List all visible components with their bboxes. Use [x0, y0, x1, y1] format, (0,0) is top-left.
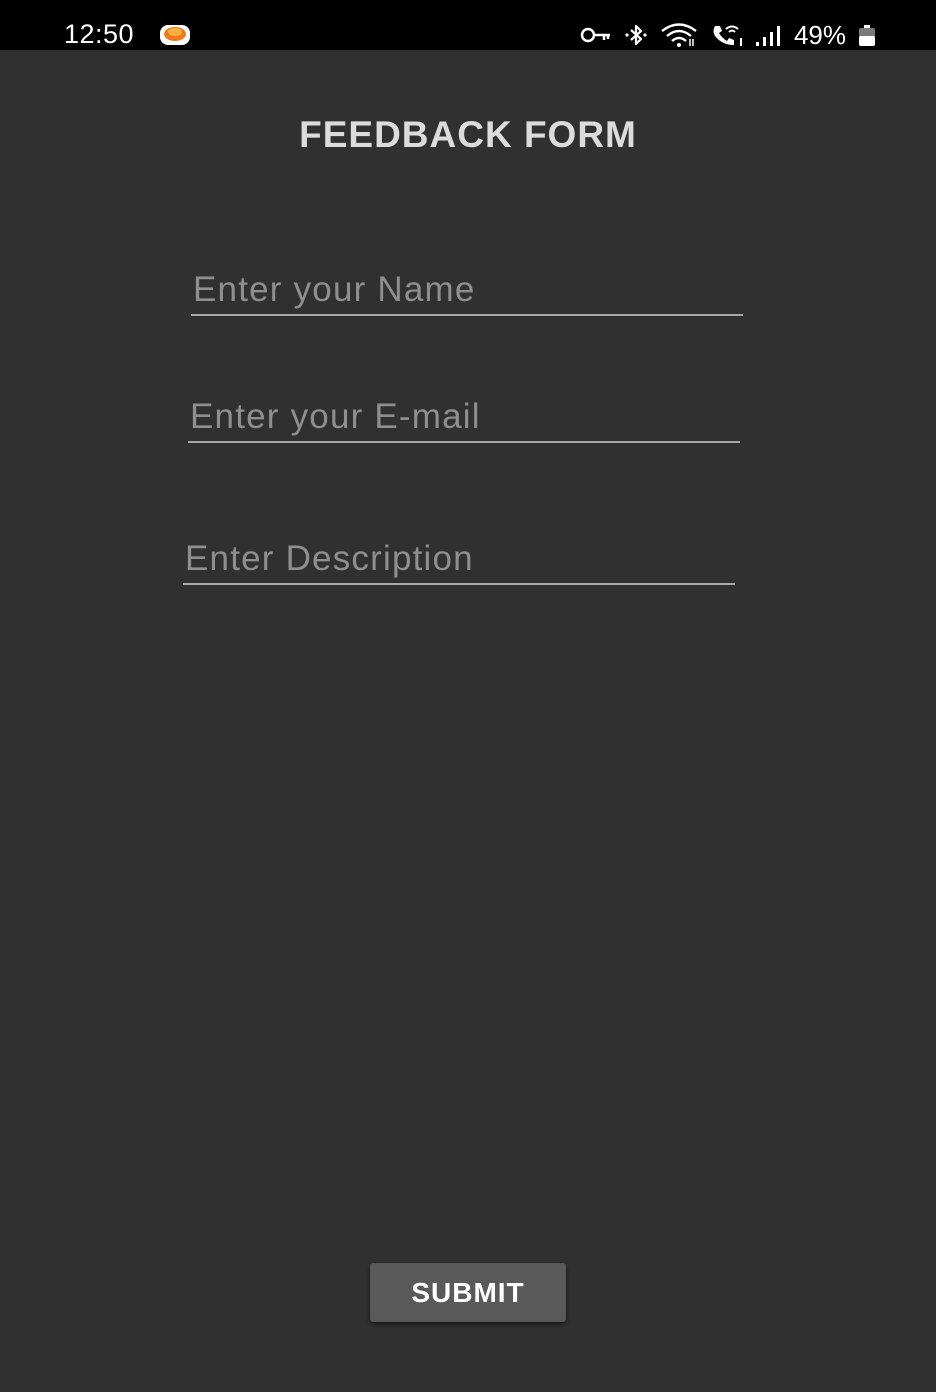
bluetooth-icon	[625, 24, 647, 46]
description-input[interactable]	[183, 537, 735, 585]
signal-icon	[755, 26, 780, 46]
submit-button[interactable]: SUBMIT	[370, 1263, 566, 1322]
name-input[interactable]	[191, 268, 743, 316]
form-title: FEEDBACK FORM	[299, 114, 637, 155]
status-time: 12:50	[64, 19, 135, 49]
battery-icon	[859, 25, 875, 46]
wifi-calling-icon	[713, 25, 742, 46]
email-input[interactable]	[188, 395, 740, 443]
battery-percent: 49%	[793, 20, 846, 50]
vpn-key-icon	[580, 27, 610, 43]
status-bar: 12:50 49%	[0, 0, 936, 50]
app-notification-icon	[160, 25, 190, 45]
app-screen: 12:50 49% FEEDBACK FORM Enter your Name …	[0, 0, 936, 1392]
status-icons: 49%	[580, 21, 876, 49]
wifi-icon	[661, 23, 697, 47]
